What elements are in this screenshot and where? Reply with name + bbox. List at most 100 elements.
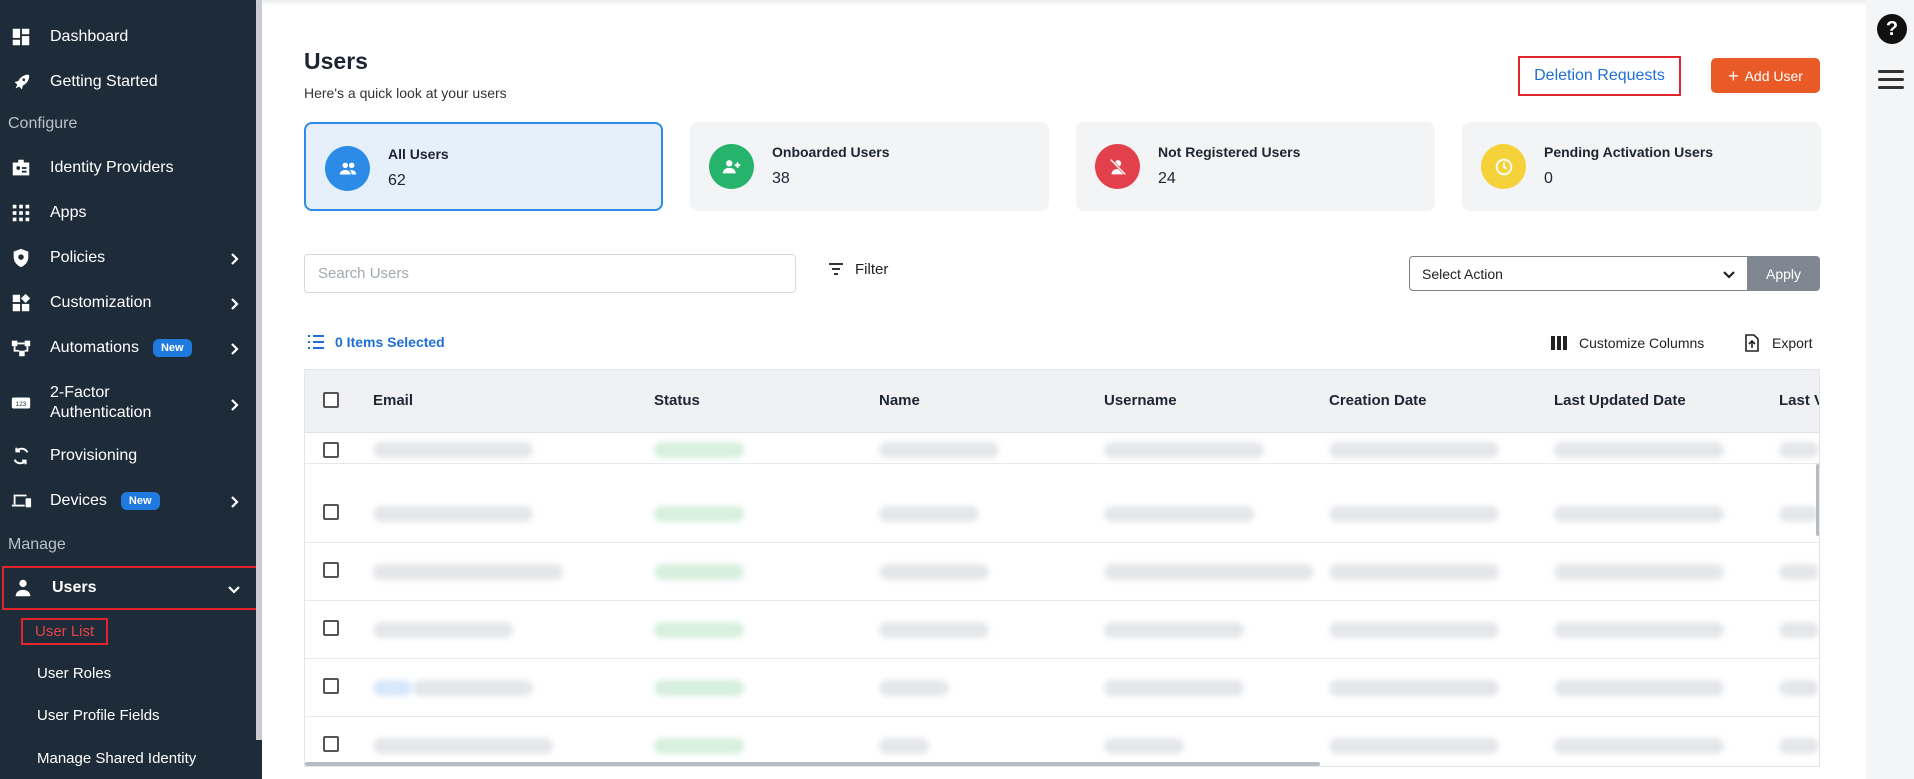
nav-users[interactable]: Users: [2, 566, 258, 610]
redacted-cell: [373, 564, 563, 580]
nav-label: Devices: [50, 492, 107, 509]
user-off-icon: [1095, 144, 1140, 189]
redacted-cell: [879, 564, 989, 580]
nav-apps[interactable]: Apps: [0, 200, 256, 226]
add-user-label: Add User: [1744, 67, 1803, 84]
redacted-cell: [373, 622, 513, 638]
chevron-right-icon: [228, 297, 240, 310]
items-selected[interactable]: 0 Items Selected: [307, 334, 445, 350]
row-checkbox[interactable]: [323, 620, 339, 636]
stat-card-onboarded-users[interactable]: Onboarded Users 38: [690, 122, 1049, 211]
user-add-icon: [709, 144, 754, 189]
redacted-cell: [1104, 442, 1264, 458]
row-checkbox[interactable]: [323, 678, 339, 694]
page-title: Users: [304, 48, 368, 74]
search-input[interactable]: [304, 254, 796, 293]
table-row[interactable]: [305, 659, 1819, 717]
nav-identity-providers[interactable]: Identity Providers: [0, 155, 256, 181]
redacted-cell: [1554, 564, 1724, 580]
add-user-button[interactable]: + Add User: [1711, 58, 1820, 93]
redacted-cell: [1554, 442, 1724, 458]
dashboard-icon: [10, 26, 32, 48]
redacted-cell: [879, 442, 999, 458]
redacted-cell: [1104, 680, 1244, 696]
filter-button[interactable]: Filter: [827, 260, 888, 278]
redacted-cell: [879, 738, 929, 754]
column-header-last-v[interactable]: Last V: [1779, 392, 1819, 409]
nav-policies[interactable]: Policies: [0, 245, 256, 271]
redacted-cell: [1779, 442, 1819, 458]
redacted-cell: [1554, 738, 1724, 754]
nav-two-factor[interactable]: 123 2-Factor Authentication: [0, 382, 256, 424]
select-all-checkbox[interactable]: [323, 392, 339, 408]
column-header-creation-date[interactable]: Creation Date: [1329, 392, 1427, 409]
nav-devices[interactable]: Devices New: [0, 488, 256, 514]
table-row[interactable]: [305, 717, 1819, 766]
nav-customization[interactable]: Customization: [0, 290, 256, 316]
nav-label: Customization: [50, 294, 152, 311]
redacted-cell: [1104, 738, 1184, 754]
table-row[interactable]: [305, 601, 1819, 659]
redacted-cell: [1554, 622, 1724, 638]
column-header-last-updated-date[interactable]: Last Updated Date: [1554, 392, 1686, 409]
row-checkbox[interactable]: [323, 736, 339, 752]
redacted-cell: [879, 506, 979, 522]
apply-button[interactable]: Apply: [1747, 256, 1820, 291]
table-row[interactable]: [305, 485, 1819, 543]
chevron-right-icon: [228, 495, 240, 508]
nav-label: Users: [52, 579, 97, 596]
help-icon[interactable]: ?: [1877, 14, 1907, 44]
column-header-email[interactable]: Email: [373, 392, 413, 409]
table-row[interactable]: [305, 543, 1819, 601]
redacted-cell: [879, 622, 989, 638]
stat-card-all-users[interactable]: All Users 62: [304, 122, 663, 211]
top-shadow: [262, 0, 1866, 6]
row-checkbox[interactable]: [323, 504, 339, 520]
redacted-cell: [654, 680, 744, 696]
page-subtitle: Here's a quick look at your users: [304, 85, 507, 101]
subnav-user-roles[interactable]: User Roles: [37, 665, 111, 682]
rocket-icon: [10, 71, 32, 93]
nav-automations[interactable]: Automations New: [0, 335, 256, 361]
table-row[interactable]: [305, 433, 1819, 464]
section-configure: Configure: [8, 115, 78, 132]
stat-card-not-registered-users[interactable]: Not Registered Users 24: [1076, 122, 1435, 211]
redacted-cell: [373, 506, 533, 522]
export-icon: [1745, 334, 1759, 352]
two-factor-icon: 123: [10, 392, 32, 414]
table-vertical-scrollbar[interactable]: [1816, 464, 1819, 536]
select-action-dropdown[interactable]: Select Action: [1409, 256, 1748, 291]
export-button[interactable]: Export: [1744, 334, 1812, 352]
table-horizontal-scrollbar[interactable]: [305, 762, 1320, 766]
row-checkbox[interactable]: [323, 562, 339, 578]
sidebar: Dashboard Getting Started Configure Iden…: [0, 0, 262, 779]
column-header-status[interactable]: Status: [654, 392, 700, 409]
column-header-username[interactable]: Username: [1104, 392, 1177, 409]
redacted-cell: [654, 622, 744, 638]
nav-provisioning[interactable]: Provisioning: [0, 443, 256, 469]
subnav-user-list[interactable]: User List: [21, 618, 109, 645]
stat-value: 24: [1158, 170, 1176, 187]
nav-label: Automations: [50, 339, 139, 356]
stat-value: 62: [388, 172, 406, 189]
subnav-user-profile-fields[interactable]: User Profile Fields: [37, 707, 160, 724]
deletion-requests-button[interactable]: Deletion Requests: [1518, 56, 1681, 96]
nav-dashboard[interactable]: Dashboard: [0, 24, 256, 50]
customize-columns-button[interactable]: Customize Columns: [1551, 335, 1704, 351]
redacted-cell: [1104, 622, 1244, 638]
nav-getting-started[interactable]: Getting Started: [0, 69, 256, 95]
stat-card-pending-activation-users[interactable]: Pending Activation Users 0: [1462, 122, 1821, 211]
users-group-icon: [325, 146, 370, 191]
section-manage: Manage: [8, 536, 66, 553]
new-badge: New: [120, 492, 160, 510]
redacted-cell: [1104, 564, 1314, 580]
redacted-cell: [654, 564, 744, 580]
row-checkbox[interactable]: [323, 442, 339, 458]
chevron-right-icon: [228, 397, 240, 411]
redacted-cell: [1554, 680, 1724, 696]
column-header-name[interactable]: Name: [879, 392, 920, 409]
redacted-cell: [1779, 738, 1819, 754]
subnav-manage-shared-identity[interactable]: Manage Shared Identity: [37, 750, 196, 767]
sidebar-scrollbar[interactable]: [256, 0, 262, 740]
hamburger-menu-icon[interactable]: [1878, 70, 1904, 90]
